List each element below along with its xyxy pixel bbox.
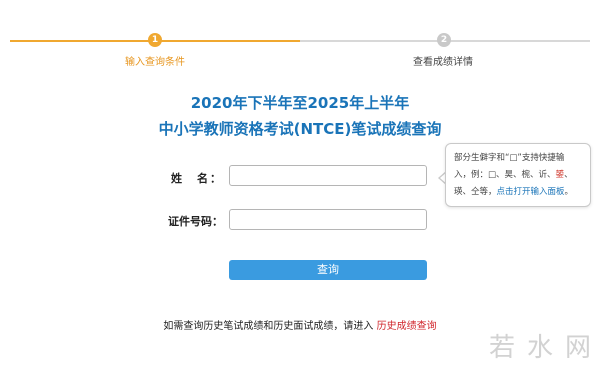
tooltip-line-3-text: 瑛、仝等， xyxy=(454,187,497,197)
step-1-indicator: 1 xyxy=(148,33,162,47)
watermark-logo: 若水网 xyxy=(489,333,600,363)
id-number-input[interactable] xyxy=(229,209,427,230)
step-2-label: 查看成绩详情 xyxy=(413,57,473,68)
step-2-indicator: 2 xyxy=(437,33,451,47)
tooltip-line-2: 入，例：□、昊、椀、䜣、𨭉、 xyxy=(454,167,584,184)
name-label: 姓 名： xyxy=(171,172,223,185)
rare-character-tooltip: 部分生僻字和“□”支持快捷输 入，例：□、昊、椀、䜣、𨭉、 瑛、仝等，点击打开输… xyxy=(445,143,591,207)
query-button[interactable]: 查询 xyxy=(229,260,427,280)
name-input[interactable] xyxy=(229,165,427,186)
tooltip-line-2-text: 入，例：□、昊、椀、䜣、 xyxy=(454,170,556,180)
step-1-label: 输入查询条件 xyxy=(125,57,185,68)
tooltip-line-1: 部分生僻字和“□”支持快捷输 xyxy=(454,153,565,163)
id-number-label: 证件号码： xyxy=(168,215,223,228)
history-note-text: 如需查询历史笔试成绩和历史面试成绩，请进入 xyxy=(163,321,374,332)
history-query-link[interactable]: 历史成绩查询 xyxy=(377,321,437,332)
page-title-line2: 中小学教师资格考试(NTCE)笔试成绩查询 xyxy=(158,120,442,138)
page-title-line1: 2020年下半年至2025年上半年 xyxy=(190,94,410,112)
tooltip-highlight-char: 𨭉 xyxy=(555,170,565,180)
tooltip-line-3-punct: 。 xyxy=(564,187,574,197)
tooltip-line-2-punct: 、 xyxy=(564,170,573,180)
tooltip-line-3: 瑛、仝等，点击打开输入面板。 xyxy=(454,184,584,201)
open-input-panel-link[interactable]: 点击打开输入面板 xyxy=(497,187,565,197)
